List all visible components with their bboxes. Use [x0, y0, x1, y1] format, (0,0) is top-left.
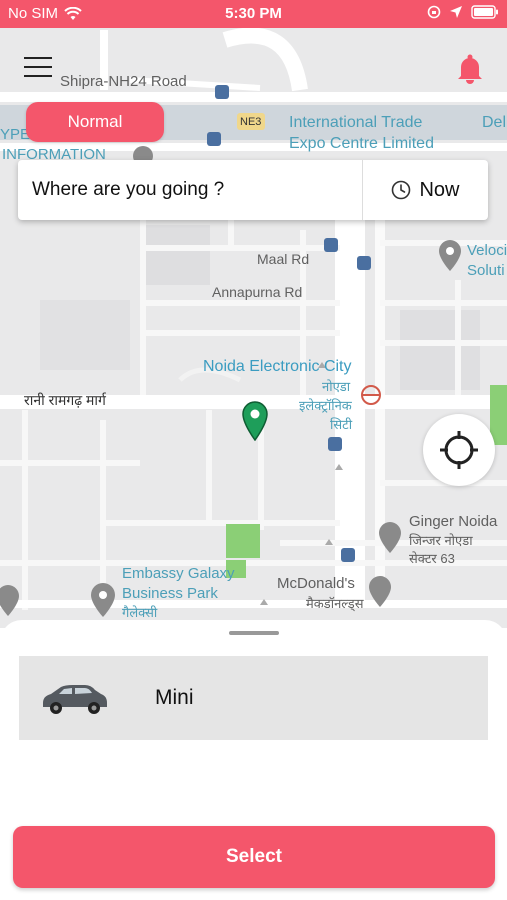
- destination-input[interactable]: Where are you going ?: [18, 160, 363, 220]
- vehicle-name: Mini: [155, 686, 194, 709]
- map-label-shipra: Shipra-NH24 Road: [60, 73, 187, 90]
- map-label-noida-hi-2: इलेक्ट्रॉनिक: [299, 398, 352, 413]
- sheet-drag-handle[interactable]: [229, 631, 279, 635]
- menu-button[interactable]: [24, 57, 52, 79]
- location-arrow-icon: [450, 6, 462, 18]
- ride-mode-toggle[interactable]: Normal: [26, 102, 164, 142]
- select-button[interactable]: Select: [13, 826, 495, 888]
- bell-icon: [458, 54, 482, 84]
- map-label-veloci-2: Soluti: [467, 262, 505, 279]
- map-label-ne3: NE3: [240, 116, 262, 128]
- map-label-embassy-1: Embassy Galaxy: [122, 565, 235, 582]
- map-label-noida-ec: Noida Electronic City: [203, 358, 352, 375]
- pickup-time-label: Now: [419, 178, 460, 201]
- current-location-pin-icon: [242, 401, 268, 441]
- map-label-rani: रानी रामगढ़ मार्ग: [24, 392, 106, 408]
- map-label-trade-2: Expo Centre Limited: [289, 135, 434, 152]
- vehicle-option-mini[interactable]: Mini: [19, 656, 488, 740]
- car-icon: [43, 685, 107, 714]
- map-label-veloci-1: Veloci: [467, 242, 507, 259]
- status-bar: No SIM 5:30 PM: [0, 0, 507, 28]
- menu-icon-line: [24, 75, 52, 77]
- map-label-ginger-1: Ginger Noida: [409, 513, 498, 530]
- vehicle-selection-sheet: Mini Select: [0, 620, 507, 900]
- search-card: Where are you going ? Now: [18, 160, 488, 220]
- battery-icon: [471, 5, 498, 19]
- menu-icon: [24, 57, 52, 59]
- map-label-ginger-2: जिन्जर नोएडा: [409, 533, 473, 548]
- clock-icon: [392, 180, 411, 200]
- map-label-annapurna: Annapurna Rd: [212, 284, 303, 300]
- pickup-time-button[interactable]: Now: [363, 160, 488, 220]
- map-label-mcd-1: McDonald's: [277, 575, 355, 592]
- map-label-trade-1: International Trade: [289, 114, 423, 131]
- map-label-maal: Maal Rd: [257, 251, 310, 267]
- map-label-ginger-3: सेक्टर 63: [409, 551, 455, 566]
- map-label-delhi: Del: [482, 114, 507, 131]
- my-location-button[interactable]: [423, 414, 495, 486]
- map-label-noida-hi-3: सिटी: [330, 417, 353, 432]
- notifications-button[interactable]: [456, 54, 484, 84]
- map-label-mcd-2: मैकडॉनल्ड्स: [306, 596, 364, 611]
- crosshair-icon: [440, 431, 478, 469]
- map-label-noida-hi-1: नोएडा: [322, 379, 351, 394]
- map-label-embassy-2: Business Park: [122, 585, 218, 602]
- orientation-lock-icon: [427, 5, 441, 19]
- menu-icon-line: [24, 66, 52, 68]
